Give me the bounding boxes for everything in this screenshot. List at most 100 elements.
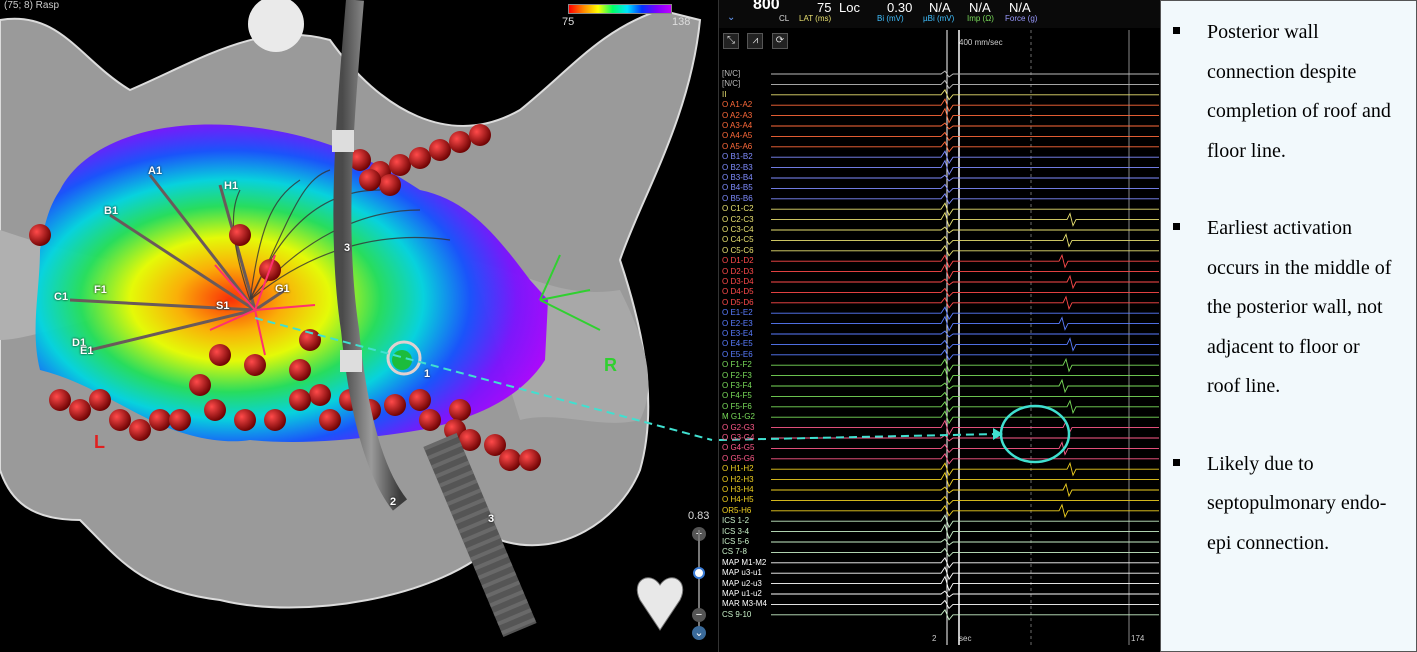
- electroanatomic-map-view[interactable]: (75; 8) Rasp 75 138 A1 H1 B1 G1 S1 C1 F1…: [0, 0, 716, 652]
- egm-trace: [771, 523, 1159, 540]
- electrogram-panel[interactable]: 800 CL 75 Loc LAT (ms) 0.30 Bi (mV) N/A …: [718, 0, 1160, 652]
- bullet-square-icon: [1173, 458, 1180, 466]
- expand-icon[interactable]: ⌄: [692, 626, 706, 640]
- bullet-square-icon: [1173, 223, 1180, 230]
- egm-trace: [771, 274, 1159, 290]
- channel-label[interactable]: MAR M3-M4: [722, 600, 767, 608]
- egm-trace: [771, 566, 1159, 581]
- channel-label[interactable]: O F4-F5: [722, 392, 752, 400]
- egm-trace: [771, 495, 1159, 506]
- channel-label[interactable]: O D4-D5: [722, 288, 754, 296]
- channel-label[interactable]: O B2-B3: [722, 163, 753, 172]
- catheter-number: 3: [488, 513, 495, 525]
- egm-trace: [771, 575, 1159, 592]
- channel-label[interactable]: O C5-C6: [722, 246, 754, 255]
- map-canvas[interactable]: [0, 0, 716, 652]
- channel-label[interactable]: ICS 3-4: [722, 527, 749, 536]
- ablation-lesion: [384, 394, 406, 416]
- channel-label[interactable]: [N/C]: [722, 80, 740, 88]
- channel-label[interactable]: O B3-B4: [722, 174, 753, 182]
- ablation-lesion: [289, 389, 311, 411]
- egm-trace: [771, 348, 1159, 361]
- channel-label[interactable]: O C4-C5: [722, 236, 754, 244]
- channel-label[interactable]: MAP u2-u3: [722, 579, 762, 588]
- channel-label[interactable]: O H3-H4: [722, 486, 754, 494]
- channel-label[interactable]: O G2-G3: [722, 423, 754, 432]
- channel-label[interactable]: O E5-E6: [722, 350, 753, 359]
- egm-trace: [771, 357, 1159, 373]
- channel-label[interactable]: O F2-F3: [722, 371, 752, 380]
- channel-label[interactable]: O F3-F4: [722, 382, 752, 390]
- channel-label[interactable]: O B5-B6: [722, 194, 753, 203]
- channel-label[interactable]: O F5-F6: [722, 402, 752, 411]
- catheter-electrode-band: [332, 130, 354, 152]
- ablation-lesion: [519, 449, 541, 471]
- egm-trace: [771, 192, 1159, 205]
- electrode-label: F1: [94, 284, 107, 296]
- zoom-slider-knob[interactable]: [693, 566, 705, 579]
- channel-label[interactable]: O B4-B5: [722, 184, 753, 192]
- egm-trace: [771, 211, 1159, 228]
- egm-trace: [771, 107, 1159, 124]
- notes-bullet-list: Posterior wall connection despite comple…: [1161, 1, 1416, 563]
- channel-label[interactable]: O D3-D4: [722, 278, 754, 286]
- time-marker-right: 174: [1131, 634, 1145, 643]
- notes-panel: Posterior wall connection despite comple…: [1160, 0, 1417, 652]
- electrode-label: B1: [104, 205, 119, 217]
- ablation-lesion: [309, 384, 331, 406]
- channel-label[interactable]: O D2-D3: [722, 267, 754, 276]
- highlight-ellipse: [999, 404, 1071, 464]
- channel-label[interactable]: O C1-C2: [722, 205, 754, 213]
- scale-max-label: 138: [672, 16, 691, 28]
- color-scale-bar[interactable]: [568, 4, 672, 14]
- channel-label[interactable]: O A3-A4: [722, 122, 752, 130]
- channel-label[interactable]: O C2-C3: [722, 215, 754, 224]
- egm-trace: [771, 287, 1159, 298]
- channel-label[interactable]: O H4-H5: [722, 496, 754, 504]
- channel-label[interactable]: O C3-C4: [722, 226, 754, 234]
- catheter-number: 3: [344, 242, 351, 254]
- egm-trace-canvas[interactable]: [719, 0, 1160, 652]
- channel-label[interactable]: CS 9-10: [722, 610, 751, 619]
- time-unit: sec: [959, 634, 972, 643]
- channel-label[interactable]: MAP u1-u2: [722, 590, 762, 598]
- channel-label[interactable]: O H1-H2: [722, 465, 754, 473]
- ablation-lesion: [189, 374, 211, 396]
- channel-label[interactable]: O E3-E4: [722, 330, 753, 338]
- channel-label[interactable]: O G5-G6: [722, 454, 754, 463]
- ablation-lesion: [229, 224, 251, 246]
- ablation-lesion: [204, 399, 226, 421]
- channel-label[interactable]: M G1-G2: [722, 413, 755, 421]
- channel-label[interactable]: II: [722, 90, 726, 99]
- channel-label[interactable]: [N/C]: [722, 70, 740, 78]
- egm-trace: [771, 399, 1159, 415]
- egm-trace: [771, 140, 1159, 153]
- channel-label[interactable]: MAP M1-M2: [722, 558, 766, 567]
- channel-label[interactable]: O A2-A3: [722, 111, 752, 120]
- channel-label[interactable]: O A4-A5: [722, 132, 752, 140]
- channel-label[interactable]: MAP u3-u1: [722, 569, 762, 577]
- channel-label[interactable]: O E1-E2: [722, 309, 753, 317]
- channel-label[interactable]: O H2-H3: [722, 475, 754, 484]
- zoom-out-button[interactable]: −: [692, 608, 706, 622]
- channel-label[interactable]: O G4-G5: [722, 444, 754, 452]
- channel-label[interactable]: O D5-D6: [722, 298, 754, 307]
- electrode-label: S1: [216, 300, 230, 312]
- channel-label[interactable]: OR5-H6: [722, 506, 751, 515]
- channel-label[interactable]: O E2-E3: [722, 319, 753, 328]
- channel-label[interactable]: ICS 5-6: [722, 538, 749, 546]
- channel-label[interactable]: O E4-E5: [722, 340, 753, 348]
- channel-label[interactable]: O D1-D2: [722, 257, 754, 265]
- channel-label[interactable]: O F1-F2: [722, 361, 752, 369]
- ablation-lesion: [69, 399, 91, 421]
- channel-label[interactable]: CS 7-8: [722, 548, 747, 556]
- channel-label[interactable]: O A5-A6: [722, 142, 752, 151]
- channel-label[interactable]: O B1-B2: [722, 153, 753, 161]
- ablation-lesion: [169, 409, 191, 431]
- channel-label[interactable]: O A1-A2: [722, 101, 752, 109]
- ablation-lesion: [389, 154, 411, 176]
- left-side-label: L: [94, 432, 105, 452]
- channel-label[interactable]: O G3-G4: [722, 434, 754, 442]
- ablation-lesion: [419, 409, 441, 431]
- channel-label[interactable]: ICS 1-2: [722, 517, 749, 525]
